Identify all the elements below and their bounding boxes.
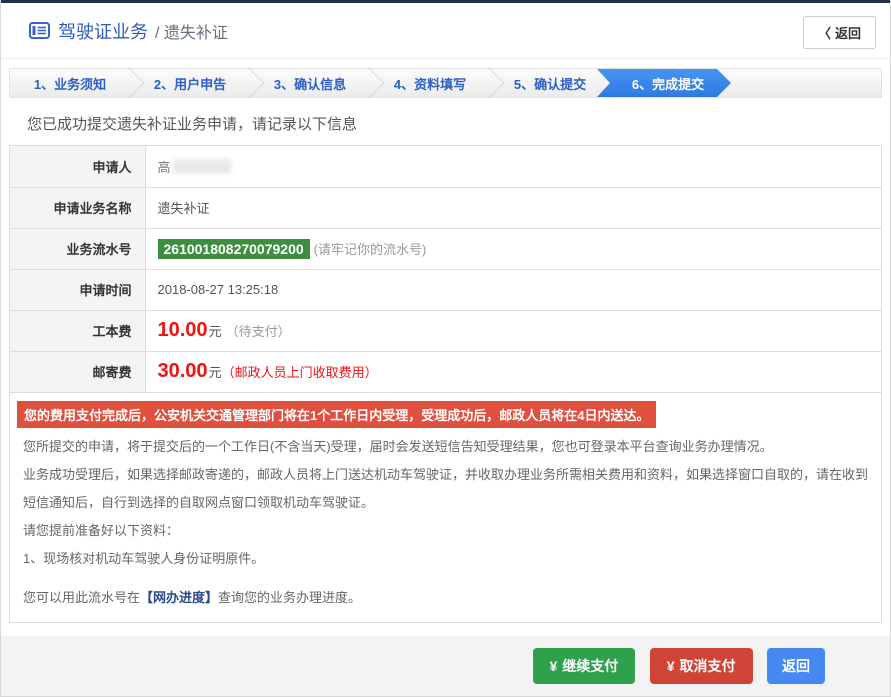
notice-paragraph: 请您提前准备好以下资料： <box>23 522 180 538</box>
query-suffix: 查询您的业务办理进度。 <box>218 589 362 605</box>
step-tab-6-active[interactable]: 6、完成提交 <box>597 69 731 97</box>
apply-time: 2018-08-27 13:25:18 <box>145 269 881 311</box>
postage-unit: 元 <box>208 365 222 380</box>
step-tab-2[interactable]: 2、用户申告 <box>130 69 250 97</box>
step-label: 1、业务须知 <box>33 76 107 92</box>
row-label: 申请时间 <box>10 269 146 311</box>
postage-amount: 30.00 <box>157 360 208 382</box>
table-row-time: 申请时间 2018-08-27 13:25:18 <box>10 269 881 311</box>
info-panel: 申请人 高 申请业务名称 遗失补证 业务流水号 2610018082700792… <box>9 145 882 623</box>
row-label: 业务流水号 <box>10 228 146 270</box>
page: 驾驶证业务 / 遗失补证 〈返回 1、业务须知 2、用户申告 3、确认信息 4、… <box>0 0 891 697</box>
table-row-service: 申请业务名称 遗失补证 <box>10 187 881 229</box>
notice-paragraph: 您所提交的申请，将于提交后的一个工作日(不含当天)受理，届时会发送短信告知受理结… <box>23 438 773 454</box>
query-prefix: 您可以用此流水号在 <box>23 589 141 605</box>
page-header: 驾驶证业务 / 遗失补证 〈返回 <box>1 3 890 59</box>
step-label: 4、资料填写 <box>393 76 467 92</box>
notice-paragraph: 业务成功受理后，如果选择邮政寄递的，邮政人员将上门送达机动车驾驶证，并收取办理业… <box>23 466 869 510</box>
payment-alert-banner: 您的费用支付完成后，公安机关交通管理部门将在1个工作日内受理，受理成功后，邮政人… <box>17 400 657 428</box>
table-row-fee: 工本费 10.00元 （待支付） <box>10 310 881 352</box>
step-tab-1[interactable]: 1、业务须知 <box>10 69 130 97</box>
step-progress-bar: 1、业务须知 2、用户申告 3、确认信息 4、资料填写 5、确认提交 6、完成提… <box>9 68 882 98</box>
row-value: 261001808270079200 (请牢记你的流水号) <box>145 228 881 270</box>
back-button-label: 返回 <box>834 26 861 41</box>
cancel-pay-label: 取消支付 <box>679 657 736 674</box>
footer-action-bar: ¥ 继续支付 ¥ 取消支付 返回 <box>1 635 890 696</box>
continue-pay-button[interactable]: ¥ 继续支付 <box>532 647 636 684</box>
step-tab-3[interactable]: 3、确认信息 <box>250 69 370 97</box>
applicant-name: 高 <box>157 159 171 175</box>
success-message: 您已成功提交遗失补证业务申请，请记录以下信息 <box>27 116 358 133</box>
page-subtitle: / 遗失补证 <box>155 24 228 42</box>
progress-query-line: 您可以用此流水号在【网办进度】查询您的业务办理进度。 <box>16 584 873 612</box>
back-bottom-button[interactable]: 返回 <box>767 647 825 684</box>
back-bottom-label: 返回 <box>782 657 810 674</box>
step-label: 2、用户申告 <box>153 76 227 92</box>
step-label: 3、确认信息 <box>273 76 347 92</box>
cancel-pay-button[interactable]: ¥ 取消支付 <box>649 647 753 684</box>
back-chevron-icon: 〈 <box>817 26 831 41</box>
notice-section: 您的费用支付完成后，公安机关交通管理部门将在1个工作日内受理，受理成功后，邮政人… <box>10 393 881 622</box>
service-name: 遗失补证 <box>145 187 881 229</box>
info-table: 申请人 高 申请业务名称 遗失补证 业务流水号 2610018082700792… <box>10 146 881 393</box>
table-row-applicant: 申请人 高 <box>10 146 881 188</box>
serial-number-badge: 261001808270079200 <box>157 238 310 259</box>
serial-note: (请牢记你的流水号) <box>313 241 427 257</box>
table-row-serial: 业务流水号 261001808270079200 (请牢记你的流水号) <box>10 228 881 270</box>
row-label: 邮寄费 <box>10 351 146 393</box>
row-value: 30.00元（邮政人员上门收取费用） <box>145 351 881 393</box>
step-tab-5[interactable]: 5、确认提交 <box>490 69 610 97</box>
row-label: 申请人 <box>10 146 146 188</box>
table-row-postage: 邮寄费 30.00元（邮政人员上门收取费用） <box>10 351 881 393</box>
row-value: 10.00元 （待支付） <box>145 310 881 352</box>
postage-note: （邮政人员上门收取费用） <box>221 365 378 380</box>
fee-unit: 元 <box>208 324 222 339</box>
yen-icon: ¥ <box>549 657 558 674</box>
fee-amount: 10.00 <box>157 319 208 341</box>
step-label: 5、确认提交 <box>513 76 587 92</box>
row-label: 申请业务名称 <box>10 187 146 229</box>
fee-note: （待支付） <box>225 324 291 339</box>
row-value: 高 <box>145 146 881 188</box>
continue-pay-label: 继续支付 <box>562 657 619 674</box>
yen-icon: ¥ <box>666 657 675 674</box>
name-redaction <box>172 158 231 174</box>
back-button[interactable]: 〈返回 <box>802 16 876 49</box>
document-list-icon <box>29 22 50 39</box>
progress-menu-ref: 【网办进度】 <box>140 589 219 605</box>
page-title: 驾驶证业务 <box>58 21 148 42</box>
step-label: 6、完成提交 <box>631 76 705 92</box>
materials-list-item: 1、现场核对机动车驾驶人身份证明原件。 <box>23 550 265 566</box>
row-label: 工本费 <box>10 310 146 352</box>
step-tab-4[interactable]: 4、资料填写 <box>370 69 490 97</box>
